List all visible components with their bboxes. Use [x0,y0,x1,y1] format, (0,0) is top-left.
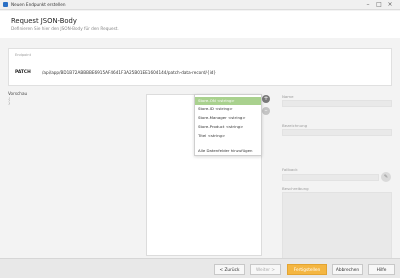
content-area: Endpoint PATCH /api/app/BD1B72ABBBBE6915… [0,38,400,262]
fallback-input[interactable] [282,174,379,181]
description-label: Bezeichnung [282,123,308,128]
close-icon[interactable]: × [386,1,394,8]
notes-textarea[interactable] [282,192,392,262]
remove-field-button[interactable]: – [262,107,270,115]
app-icon [3,2,8,7]
dropdown-item-store-on[interactable]: Store-ON <string> [195,97,261,105]
window-title: Neuen Endpunkt erstellen [11,1,66,7]
wizard-header: Request JSON-Body Definieren Sie hier de… [0,11,400,38]
title-bar: Neuen Endpunkt erstellen – □ × [0,0,400,10]
add-field-button[interactable]: + [262,95,270,103]
wizard-footer: < Zurück Weiter > Fertigstellen Abbreche… [0,258,400,278]
finish-button[interactable]: Fertigstellen [287,264,327,275]
minimize-icon[interactable]: – [364,1,372,8]
endpoint-label: Endpoint [15,53,31,57]
page-subtitle: Definieren Sie hier den JSON-Body für de… [11,26,119,31]
fallback-label: Fallback [282,167,298,172]
dropdown-item-add-all[interactable]: Alle Datenfelder hinzufügen [195,147,261,155]
preview-code: { } [8,96,11,106]
dropdown-item-store-id[interactable]: Store-ID <string> [195,105,261,113]
dropdown-item-titel[interactable]: Titel <string> [195,132,261,140]
pencil-icon[interactable]: ✎ [381,172,391,182]
notes-label: Beschreibung [282,186,309,191]
cancel-button[interactable]: Abbrechen [332,264,363,275]
help-button[interactable]: Hilfe [368,264,395,275]
page-title: Request JSON-Body [11,17,77,25]
description-input[interactable] [282,129,392,136]
preview-line: } [8,100,11,106]
maximize-icon[interactable]: □ [375,1,383,8]
preview-label: Vorschau [8,91,28,96]
back-button[interactable]: < Zurück [214,264,245,275]
dropdown-item-store-manager[interactable]: Store-Manager <string> [195,114,261,122]
add-field-dropdown: Store-ON <string> Store-ID <string> Stor… [194,94,262,156]
dropdown-item-store-product[interactable]: Store-Product <string> [195,123,261,131]
name-label: Name [282,94,294,99]
name-input[interactable] [282,100,392,107]
endpoint-box: Endpoint PATCH /api/app/BD1B72ABBBBE6915… [8,48,392,86]
http-method: PATCH [15,70,31,75]
endpoint-url: /api/app/BD1B72ABBBBE6915AF4641F3A25B01E… [42,70,217,75]
next-button[interactable]: Weiter > [250,264,281,275]
